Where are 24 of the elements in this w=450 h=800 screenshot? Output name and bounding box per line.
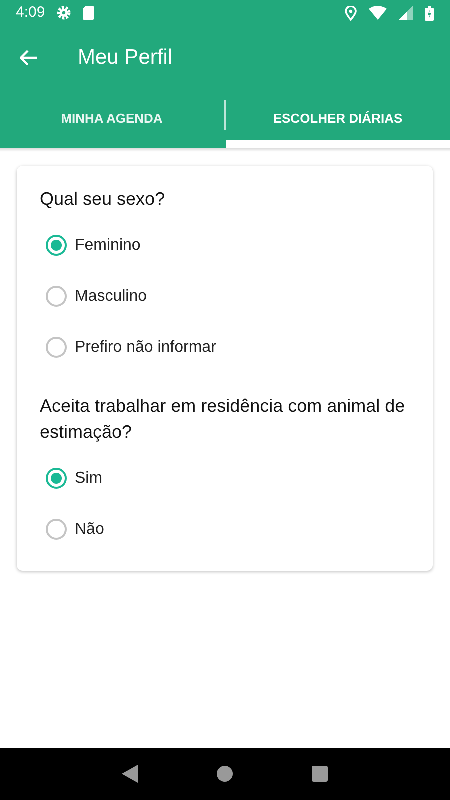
back-nav-icon[interactable] (122, 765, 138, 783)
option-label[interactable]: Sim (75, 466, 103, 490)
option-label[interactable]: Não (75, 518, 104, 542)
radio-button[interactable] (46, 235, 67, 256)
radio-button[interactable] (46, 337, 67, 358)
recents-nav-icon[interactable] (312, 766, 328, 782)
home-nav-icon[interactable] (216, 766, 233, 782)
battery-icon (425, 6, 434, 20)
option-label[interactable]: Masculino (75, 284, 148, 308)
status-time: 4:09 (16, 2, 46, 23)
location-icon (345, 6, 357, 20)
back-arrow-icon[interactable] (20, 50, 38, 66)
question-text: Qual seu sexo? (40, 188, 166, 211)
gear-icon (57, 6, 72, 20)
option-label[interactable]: Feminino (75, 234, 141, 258)
question-text: Aceita trabalhar em residência com animal de estimação? (40, 395, 406, 444)
radio-button[interactable] (46, 468, 67, 489)
toolbar-title: Meu Perfil (78, 45, 173, 72)
option-label[interactable]: Prefiro não informar (75, 336, 216, 360)
radio-button[interactable] (46, 286, 67, 307)
signal-icon (399, 6, 413, 20)
radio-button[interactable] (46, 519, 67, 540)
wifi-icon (369, 6, 387, 20)
sd-card-icon (83, 6, 94, 20)
